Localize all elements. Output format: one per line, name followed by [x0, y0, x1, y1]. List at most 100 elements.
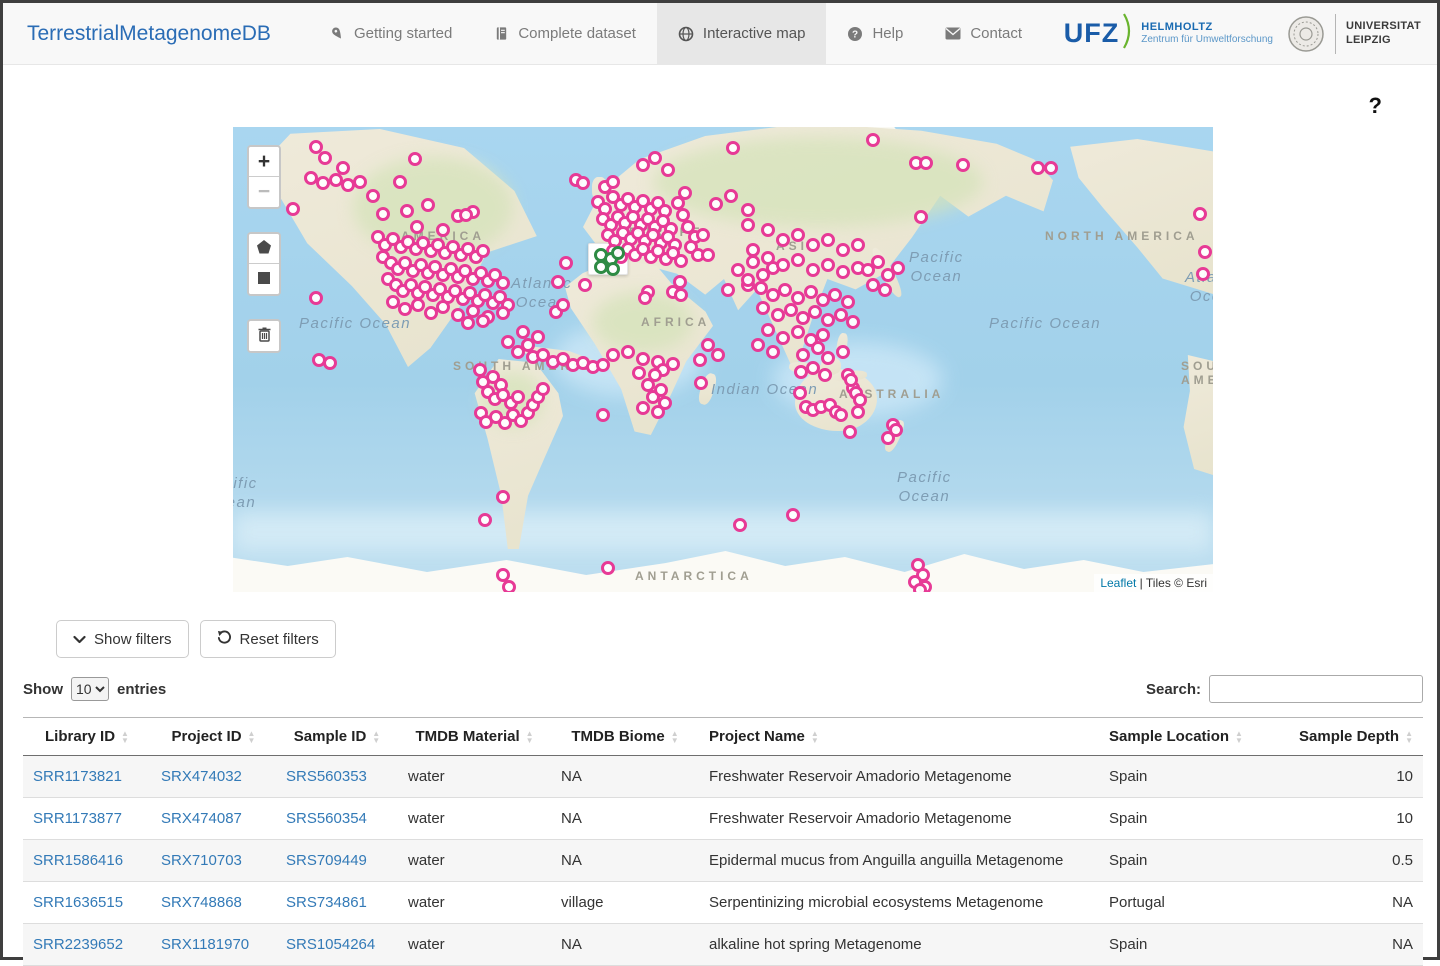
sample-marker[interactable]	[696, 228, 710, 242]
sample-marker[interactable]	[836, 243, 850, 257]
sample-marker[interactable]	[914, 210, 928, 224]
sample-marker[interactable]	[756, 301, 770, 315]
sample-marker[interactable]	[648, 368, 662, 382]
sample-marker[interactable]	[821, 258, 835, 272]
sample-marker[interactable]	[956, 158, 970, 172]
sample-marker[interactable]	[878, 283, 892, 297]
accession-link[interactable]: SRX474087	[161, 810, 242, 827]
accession-link[interactable]: SRS709449	[286, 852, 367, 869]
draw-polygon-button[interactable]	[249, 234, 279, 264]
sample-marker[interactable]	[376, 207, 390, 221]
sample-marker[interactable]	[836, 265, 850, 279]
sample-marker[interactable]	[1044, 161, 1058, 175]
accession-link[interactable]: SRX710703	[161, 852, 242, 869]
sample-marker[interactable]	[891, 261, 905, 275]
nav-interactive-map[interactable]: Interactive map	[657, 3, 827, 64]
nav-getting-started[interactable]: Getting started	[309, 3, 473, 64]
sample-marker[interactable]	[398, 302, 412, 316]
sample-marker[interactable]	[411, 298, 425, 312]
sample-marker[interactable]	[410, 220, 424, 234]
sample-marker[interactable]	[654, 383, 668, 397]
sample-marker[interactable]	[556, 298, 570, 312]
sample-marker[interactable]	[818, 368, 832, 382]
search-input[interactable]	[1209, 675, 1423, 703]
sample-marker[interactable]	[648, 151, 662, 165]
sample-marker[interactable]	[796, 348, 810, 362]
sample-marker[interactable]	[806, 238, 820, 252]
sample-marker[interactable]	[724, 189, 738, 203]
accession-link[interactable]: SRS1054264	[286, 936, 375, 953]
sample-marker[interactable]	[844, 373, 858, 387]
column-header-library-id[interactable]: Library ID▲▼	[23, 718, 151, 756]
sample-marker[interactable]	[761, 251, 775, 265]
sample-marker[interactable]	[636, 401, 650, 415]
sample-marker[interactable]	[808, 305, 822, 319]
sample-marker[interactable]	[741, 273, 755, 287]
accession-link[interactable]: SRR1586416	[33, 852, 123, 869]
sample-marker[interactable]	[478, 513, 492, 527]
column-header-tmdb-biome[interactable]: TMDB Biome▲▼	[551, 718, 699, 756]
show-filters-button[interactable]: Show filters	[56, 620, 189, 658]
column-header-tmdb-material[interactable]: TMDB Material▲▼	[398, 718, 551, 756]
sample-marker[interactable]	[821, 313, 835, 327]
sample-marker[interactable]	[791, 253, 805, 267]
sample-marker[interactable]	[778, 283, 792, 297]
accession-link[interactable]: SRS734861	[286, 894, 367, 911]
sample-marker[interactable]	[791, 325, 805, 339]
world-map[interactable]: AMERICAEUROPEASIAAFRICANORTH AMERICASOUT…	[233, 127, 1213, 592]
sample-marker[interactable]	[701, 248, 715, 262]
selected-sample-marker[interactable]	[606, 262, 620, 276]
accession-link[interactable]: SRS560354	[286, 810, 367, 827]
zoom-in-button[interactable]: +	[249, 147, 279, 177]
nav-contact[interactable]: Contact	[924, 3, 1043, 64]
sample-marker[interactable]	[496, 490, 510, 504]
sample-marker[interactable]	[776, 258, 790, 272]
sample-marker[interactable]	[741, 218, 755, 232]
sample-marker[interactable]	[786, 508, 800, 522]
sample-marker[interactable]	[1031, 161, 1045, 175]
sample-marker[interactable]	[316, 176, 330, 190]
sample-marker[interactable]	[651, 405, 665, 419]
accession-link[interactable]: SRR2239652	[33, 936, 123, 953]
sample-marker[interactable]	[794, 365, 808, 379]
sample-marker[interactable]	[733, 518, 747, 532]
sample-marker[interactable]	[726, 141, 740, 155]
sample-marker[interactable]	[913, 583, 927, 592]
sample-marker[interactable]	[459, 208, 473, 222]
sample-marker[interactable]	[408, 152, 422, 166]
sample-marker[interactable]	[709, 197, 723, 211]
sample-marker[interactable]	[919, 156, 933, 170]
sample-marker[interactable]	[496, 276, 510, 290]
sample-marker[interactable]	[366, 189, 380, 203]
sample-marker[interactable]	[828, 288, 842, 302]
sample-marker[interactable]	[711, 348, 725, 362]
sample-marker[interactable]	[496, 306, 510, 320]
sample-marker[interactable]	[436, 300, 450, 314]
sample-marker[interactable]	[871, 255, 885, 269]
accession-link[interactable]: SRR1636515	[33, 894, 123, 911]
sample-marker[interactable]	[678, 186, 692, 200]
sample-marker[interactable]	[721, 283, 735, 297]
sample-marker[interactable]	[676, 208, 690, 222]
sample-marker[interactable]	[806, 263, 820, 277]
sample-marker[interactable]	[791, 228, 805, 242]
sample-marker[interactable]	[761, 223, 775, 237]
sample-marker[interactable]	[1193, 207, 1207, 221]
sample-marker[interactable]	[843, 425, 857, 439]
sample-marker[interactable]	[693, 353, 707, 367]
column-header-sample-location[interactable]: Sample Location▲▼	[1099, 718, 1279, 756]
sample-marker[interactable]	[881, 431, 895, 445]
sample-marker[interactable]	[318, 151, 332, 165]
sample-marker[interactable]	[1196, 267, 1210, 281]
sample-marker[interactable]	[596, 408, 610, 422]
sample-marker[interactable]	[606, 348, 620, 362]
sample-marker[interactable]	[551, 275, 565, 289]
leaflet-link[interactable]: Leaflet	[1100, 576, 1136, 590]
sample-marker[interactable]	[821, 233, 835, 247]
zoom-out-button[interactable]: −	[249, 177, 279, 207]
nav-help[interactable]: ? Help	[826, 3, 924, 64]
sample-marker[interactable]	[694, 376, 708, 390]
accession-link[interactable]: SRX748868	[161, 894, 242, 911]
sample-marker[interactable]	[746, 243, 760, 257]
sample-marker[interactable]	[536, 382, 550, 396]
